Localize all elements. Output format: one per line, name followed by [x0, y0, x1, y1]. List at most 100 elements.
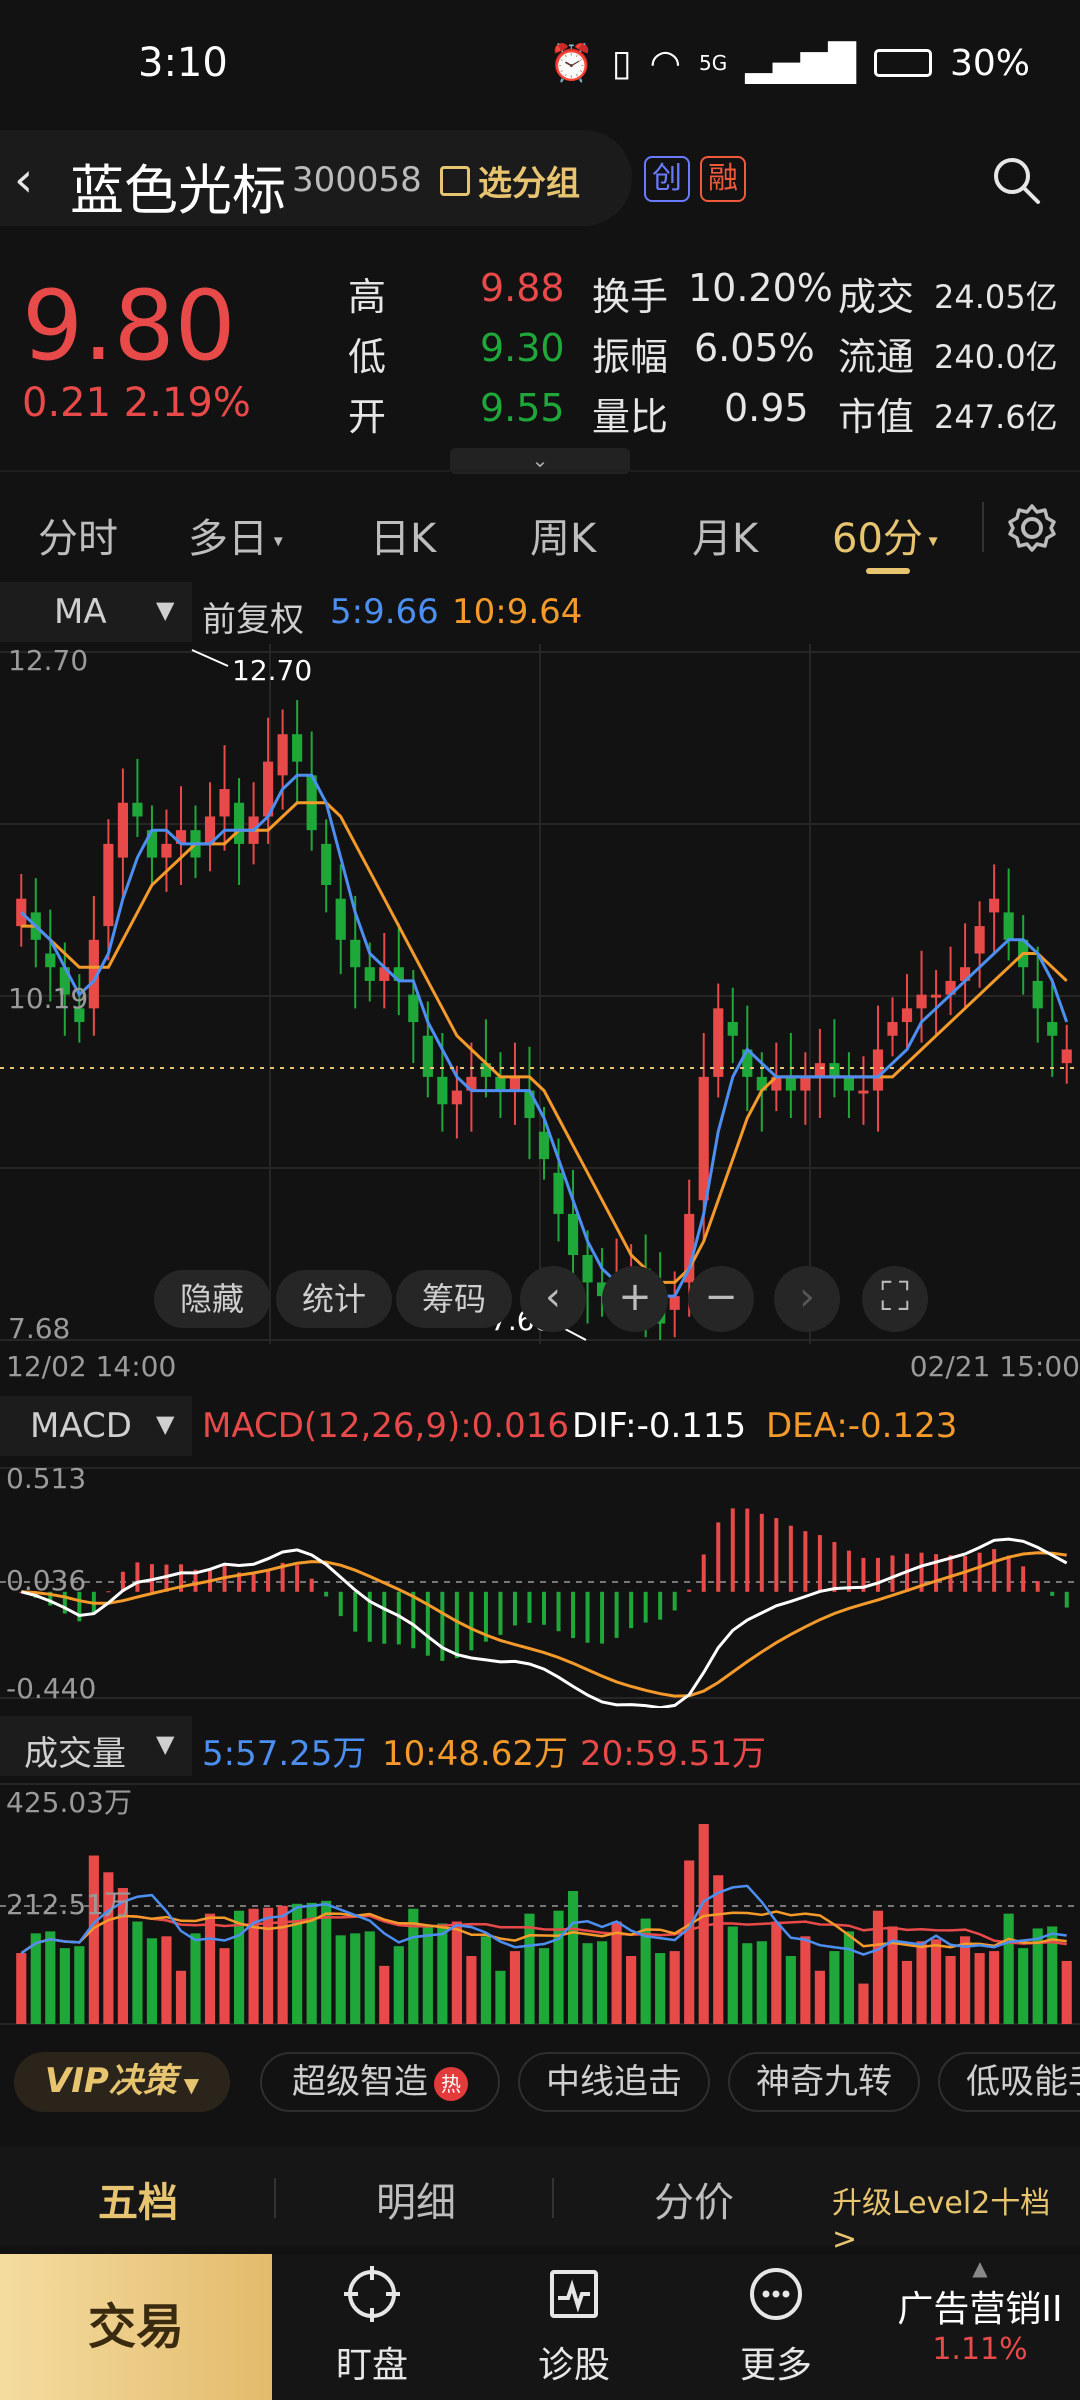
macd-bar — [454, 1591, 459, 1659]
nav-diagnose[interactable]: 诊股 — [474, 2264, 674, 2388]
dropdown-triangle-icon: ▾ — [268, 530, 283, 552]
trade-button[interactable]: 交易 — [0, 2254, 272, 2400]
candle-body — [974, 926, 985, 954]
tab-weekly-k[interactable]: 周K — [530, 506, 596, 564]
macd-bar — [353, 1591, 358, 1632]
tab-price-split[interactable]: 分价 — [654, 2170, 734, 2228]
macd-bar — [643, 1591, 648, 1623]
volume-bar — [1003, 1913, 1014, 2024]
candle-body — [989, 898, 1000, 913]
volume-bar — [379, 1965, 390, 2024]
macd-indicator-select[interactable]: MACD ▼ — [0, 1396, 192, 1456]
dropdown-triangle-icon: ▼ — [156, 1730, 175, 1758]
pill-midline[interactable]: 中线追击 — [518, 2052, 710, 2112]
tab-details[interactable]: 明细 — [376, 2170, 456, 2228]
sector-name: 广告营销II — [897, 2289, 1063, 2330]
candle-body — [567, 1213, 579, 1256]
macd-histogram — [19, 1508, 1069, 1661]
adjust-mode[interactable]: 前复权 — [202, 592, 304, 641]
candle-body — [16, 898, 27, 927]
volume-bar — [480, 1936, 491, 2024]
candle-body — [800, 1076, 811, 1091]
period-tabs: 分时 多日 ▾ 日K 周K 月K 60分 ▾ — [0, 470, 1080, 580]
chart-grid — [0, 644, 1080, 1344]
chevron-right-icon[interactable]: › — [774, 1266, 840, 1332]
pill-nine-turn[interactable]: 神奇九转 — [728, 2052, 920, 2112]
volume-bar — [655, 1953, 666, 2024]
volume-bar — [132, 1921, 143, 2024]
fullscreen-icon[interactable]: ⛶ — [862, 1266, 928, 1332]
low-label: 低 — [348, 335, 387, 379]
volume-bar — [219, 1948, 230, 2024]
zoom-out-icon[interactable]: − — [688, 1266, 754, 1332]
macd-bar — [338, 1591, 343, 1617]
volume-chart[interactable]: 425.03万 212.51万 — [0, 1778, 1080, 2028]
kline-chart[interactable]: 12.70 10.19 7.68 12.70 7.68 — [0, 644, 1080, 1344]
macd-bar — [716, 1522, 721, 1592]
tab-five-levels[interactable]: 五档 — [98, 2170, 178, 2228]
sector-ticker[interactable]: ▲ 广告营销II 1.11% — [880, 2256, 1080, 2367]
mktcap-value: 247.6亿 — [934, 398, 1058, 436]
back-icon[interactable]: ‹ — [14, 152, 64, 208]
chevron-left-icon[interactable]: ‹ — [520, 1266, 586, 1332]
macd-bar — [977, 1552, 982, 1592]
candle-body — [698, 1076, 709, 1201]
macd-bar — [803, 1531, 808, 1592]
candle-body — [785, 1076, 796, 1091]
deal-label: 成交 — [838, 275, 915, 319]
candle-body — [829, 1063, 840, 1077]
candle-body — [553, 1172, 564, 1214]
low-value: 9.30 — [480, 326, 565, 370]
macd-bar — [135, 1562, 140, 1592]
tab-intraday[interactable]: 分时 — [38, 506, 118, 564]
volume-bar — [974, 1953, 985, 2024]
hide-button[interactable]: 隐藏 — [154, 1270, 270, 1328]
tab-60min[interactable]: 60分 ▾ — [832, 506, 938, 564]
mktcap-label: 市值 — [838, 395, 915, 439]
amplitude-value: 6.05% — [694, 326, 815, 370]
volratio-value: 0.95 — [724, 386, 809, 430]
nav-watch[interactable]: 盯盘 — [272, 2264, 472, 2388]
pill-super-smart[interactable]: 超级智造热 — [260, 2052, 500, 2112]
stock-header: ‹ 蓝色光标 300058 选分组 创 融 — [0, 130, 1080, 230]
volume-bar — [785, 1956, 796, 2024]
volume-bar — [321, 1900, 332, 2024]
macd-bar — [295, 1565, 300, 1592]
volume-bar — [204, 1913, 216, 2024]
volume-bar — [698, 1824, 709, 2024]
upgrade-level2-link[interactable]: 升级Level2十档 > — [832, 2178, 1080, 2257]
search-icon[interactable] — [990, 154, 1042, 206]
volume-indicator-select[interactable]: 成交量 ▼ — [0, 1716, 192, 1776]
pill-low-buy[interactable]: 低吸能手 — [938, 2052, 1080, 2112]
candle-body — [45, 953, 56, 968]
gear-icon[interactable] — [1004, 500, 1060, 556]
tab-daily-k[interactable]: 日K — [370, 506, 436, 564]
volume-bar — [146, 1938, 158, 2024]
float-value: 240.0亿 — [934, 338, 1058, 376]
status-icons: ⏰ ▯ ◠ 5G ▂▄▆█ 30% — [549, 42, 1030, 85]
zoom-in-icon[interactable]: + — [602, 1266, 668, 1332]
indicator-select[interactable]: MA ▼ — [0, 582, 192, 642]
stats-button[interactable]: 统计 — [276, 1270, 392, 1328]
tab-multiday[interactable]: 多日 ▾ — [188, 506, 283, 564]
open-label: 开 — [348, 395, 387, 439]
nav-more[interactable]: 更多 — [676, 2264, 876, 2388]
open-value: 9.55 — [480, 386, 565, 430]
volume-bar — [742, 1943, 753, 2024]
candle-body — [335, 898, 346, 940]
volume-bar — [538, 1948, 550, 2024]
macd-chart[interactable]: 0.513 0.036 -0.440 — [0, 1458, 1080, 1708]
candle-body — [887, 1022, 898, 1036]
chips-button[interactable]: 筹码 — [396, 1270, 512, 1328]
candle-body — [727, 1022, 738, 1036]
tab-monthly-k[interactable]: 月K — [692, 506, 758, 564]
macd-bar — [542, 1591, 546, 1625]
macd-y-mid: 0.036 — [6, 1564, 86, 1597]
select-group-button[interactable]: 选分组 — [440, 156, 580, 205]
nav-diagnose-label: 诊股 — [537, 2345, 610, 2386]
candle-body — [872, 1049, 884, 1091]
badge-chuang: 创 — [644, 156, 690, 202]
macd-bar — [817, 1535, 822, 1592]
vip-decision-button[interactable]: VIP决策 ▼ — [14, 2052, 230, 2112]
candle-body — [292, 734, 303, 762]
